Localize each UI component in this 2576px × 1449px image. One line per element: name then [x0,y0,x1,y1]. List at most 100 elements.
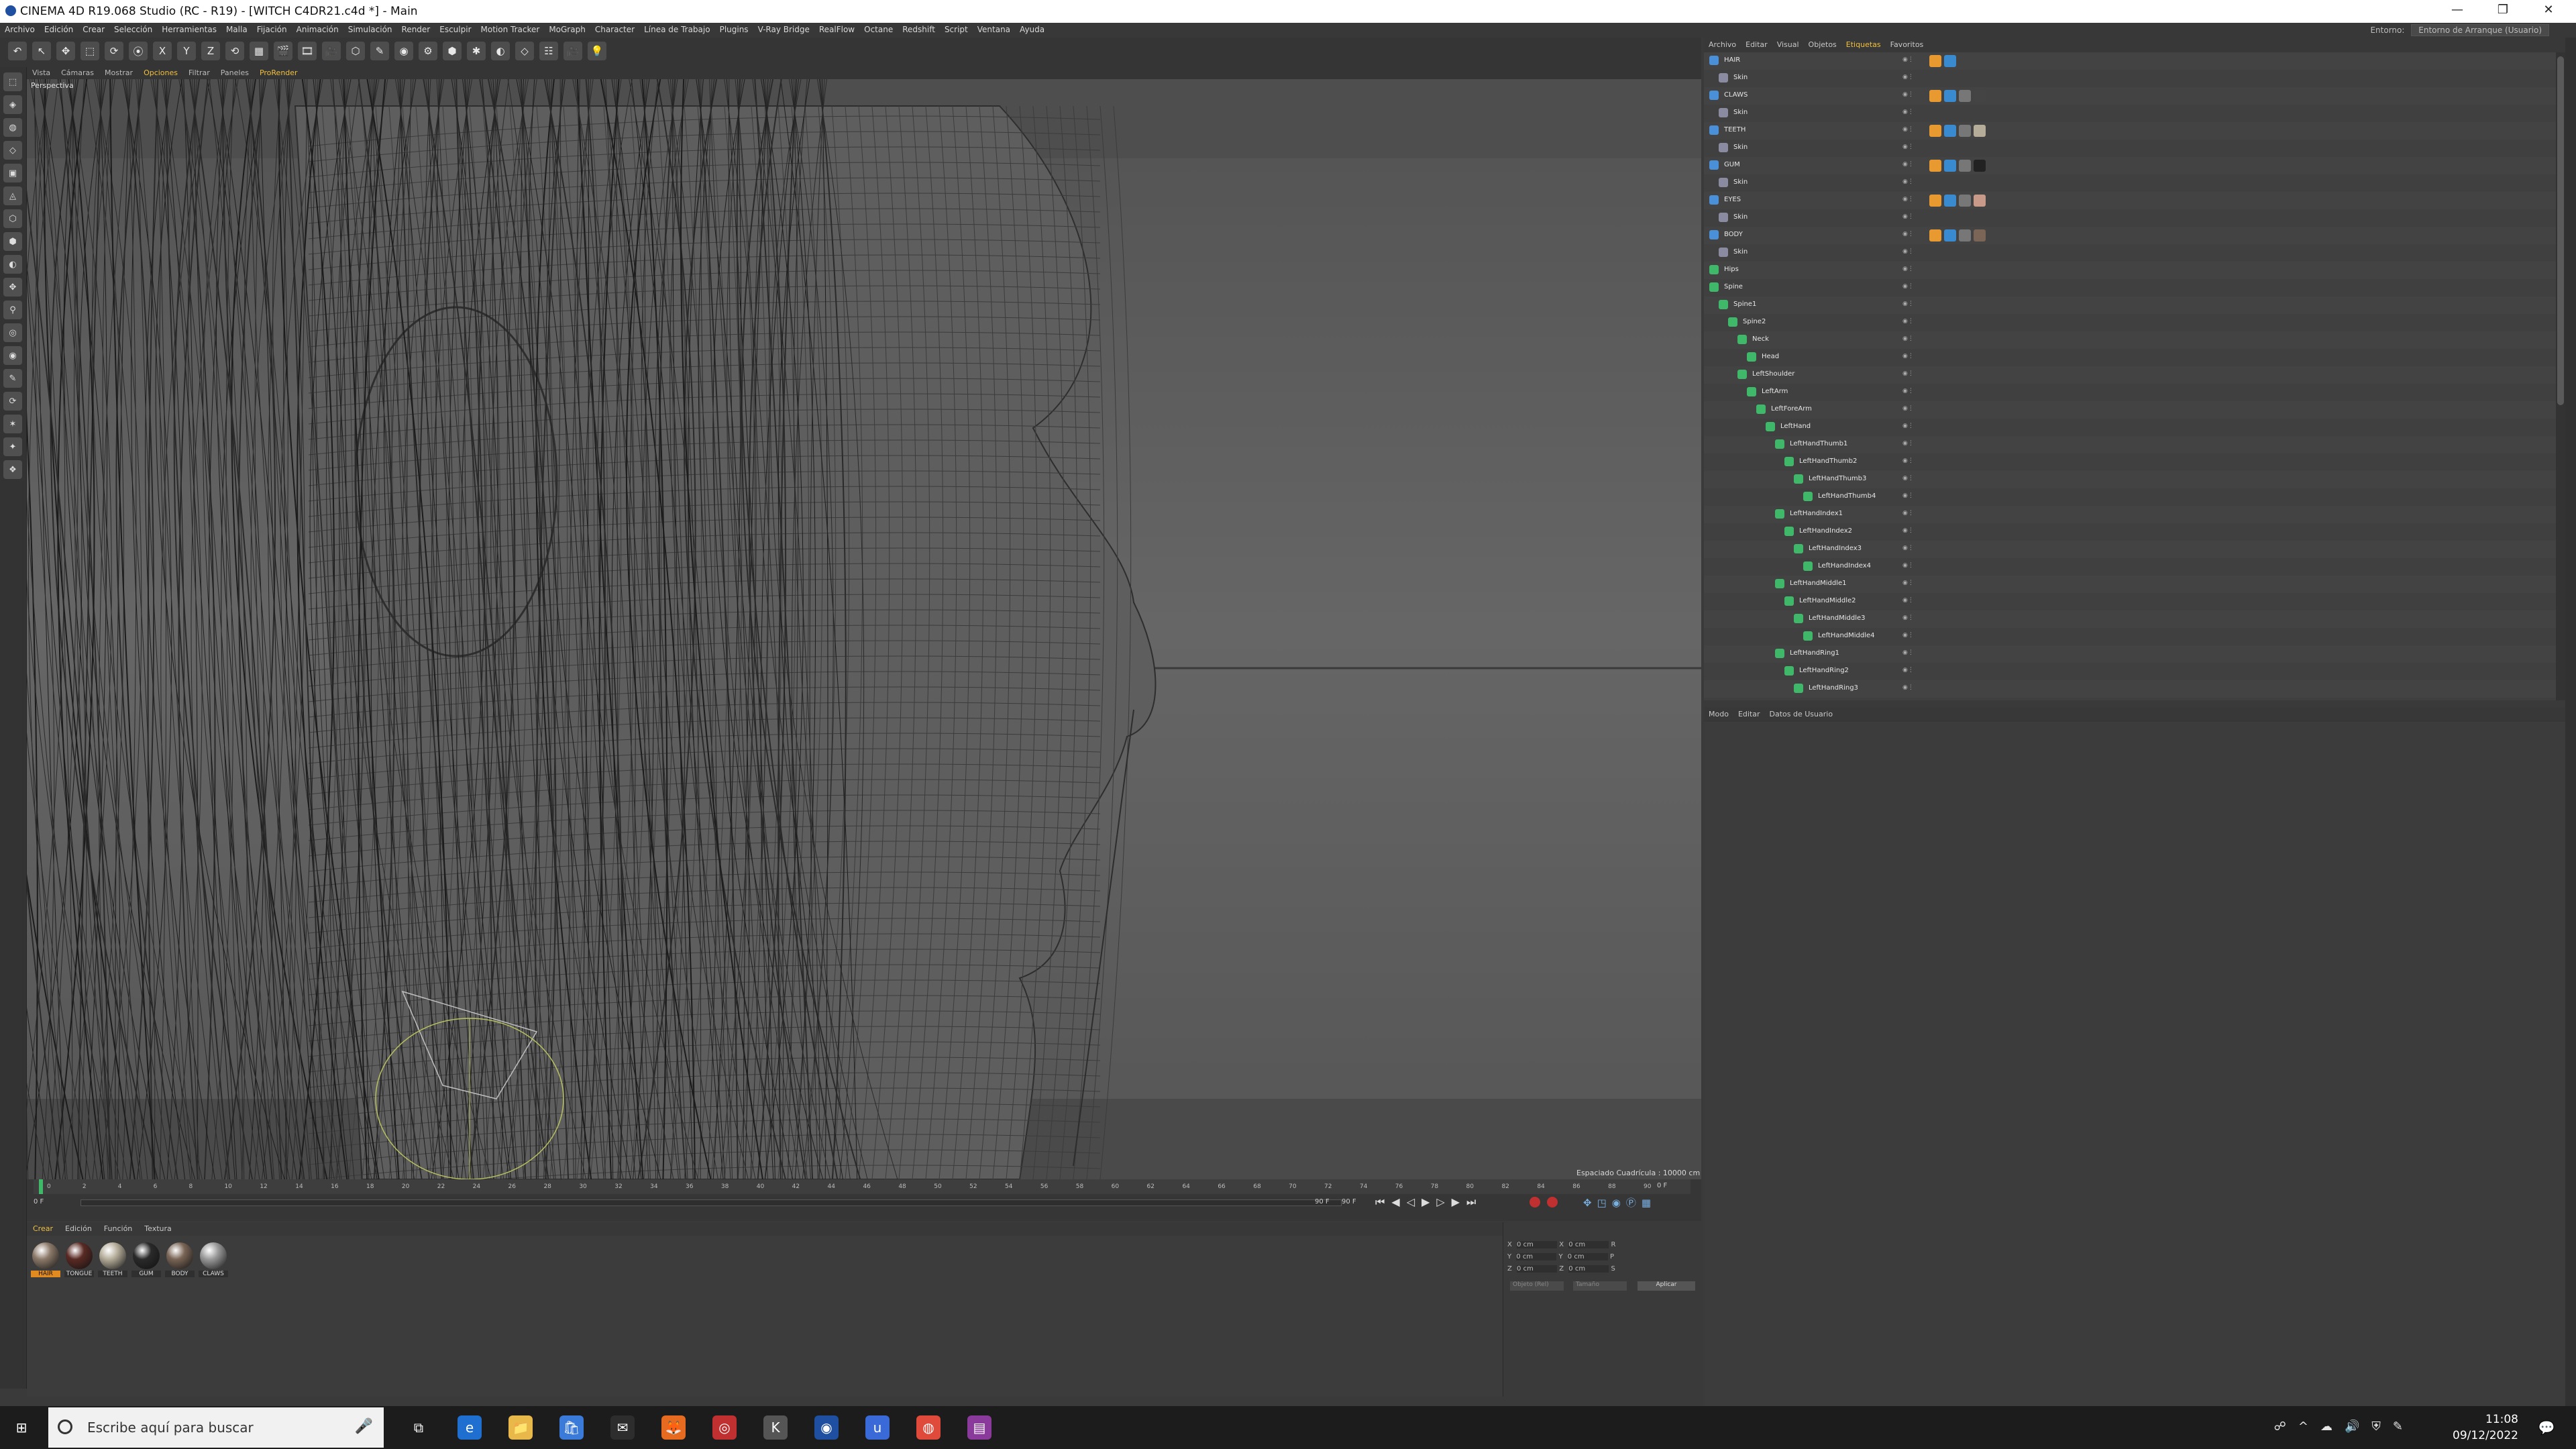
coord-pos-x[interactable]: 0 cm [1517,1241,1558,1248]
tag-icon[interactable] [1944,55,1956,67]
palette-button-13[interactable]: ◉ [3,346,22,365]
palette-button-12[interactable]: ◎ [3,323,22,342]
k-taskbar-icon[interactable]: K [763,1415,788,1440]
menu-crear[interactable]: Crear [78,23,109,36]
visibility-flags[interactable]: ◉⋮ [1902,370,1916,378]
viewport-menu-opciones[interactable]: Opciones [138,67,183,78]
toolbar-button-25[interactable]: 💡 [588,42,606,60]
pen-icon[interactable]: ✎ [2393,1419,2415,1434]
material-menu-textura[interactable]: Textura [138,1222,177,1235]
tag-icon[interactable] [1974,90,1986,102]
object-row-skin[interactable]: Skin ◉⋮ [1704,70,2556,87]
apply-button[interactable]: Aplicar [1638,1281,1695,1291]
object-row-claws[interactable]: CLAWS ◉⋮ [1704,87,2556,105]
object-row-spine[interactable]: Spine ◉⋮ [1704,279,2556,297]
store-taskbar-icon[interactable]: 🛍 [559,1415,584,1440]
palette-button-3[interactable]: ◍ [3,118,22,137]
tag-icon[interactable] [1959,229,1971,241]
menu-simulacion[interactable]: Simulación [343,23,397,36]
visibility-flags[interactable]: ◉⋮ [1902,248,1916,256]
object-row-head[interactable]: Head ◉⋮ [1704,349,2556,366]
mail-taskbar-icon[interactable]: ✉ [610,1415,635,1440]
obj-menu-editar[interactable]: Editar [1741,38,1772,52]
visibility-flags[interactable]: ◉⋮ [1902,161,1916,169]
restore-button[interactable]: ❐ [2494,3,2512,19]
tag-icon[interactable] [1944,229,1956,241]
object-row-skin[interactable]: Skin ◉⋮ [1704,244,2556,262]
menu-vray-bridge[interactable]: V-Ray Bridge [753,23,814,36]
visibility-flags[interactable]: ◉⋮ [1902,527,1916,535]
toolbar-button-14[interactable]: 🎥 [322,42,341,60]
material-menu-crear[interactable]: Crear [27,1222,59,1235]
palette-button-9[interactable]: ◐ [3,255,22,274]
visibility-flags[interactable]: ◉⋮ [1902,301,1916,309]
clock[interactable]: 11:08 09/12/2022 [2453,1411,2518,1444]
toolbar-button-2[interactable]: ↖ [32,42,51,60]
close-button[interactable]: ✕ [2540,3,2557,19]
viewport-menu-vista[interactable]: Vista [27,67,56,78]
object-row-body[interactable]: BODY ◉⋮ [1704,227,2556,244]
action-center-icon[interactable]: 💬 [2534,1415,2559,1440]
menu-archivo[interactable]: Archivo [0,23,40,36]
material-gum[interactable]: GUM [131,1241,161,1283]
obj-menu-objetos[interactable]: Objetos [1804,38,1841,52]
tag-icon[interactable] [1974,160,1986,172]
material-body[interactable]: BODY [165,1241,195,1283]
viewport-menu-mostrar[interactable]: Mostrar [99,67,138,78]
palette-button-4[interactable]: ◇ [3,141,22,160]
coord-mode-dropdown[interactable]: Objeto (Rel) [1510,1281,1564,1291]
obj-menu-etiquetas[interactable]: Etiquetas [1841,38,1886,52]
object-row-hips[interactable]: Hips ◉⋮ [1704,262,2556,279]
object-row-lefthandindex4[interactable]: LeftHandIndex4 ◉⋮ [1704,558,2556,576]
visibility-flags[interactable]: ◉⋮ [1902,492,1916,500]
3d-viewport[interactable] [27,79,1701,1179]
object-row-leftarm[interactable]: LeftArm ◉⋮ [1704,384,2556,401]
explorer-taskbar-icon[interactable]: 📁 [508,1415,533,1440]
object-row-lefthandindex1[interactable]: LeftHandIndex1 ◉⋮ [1704,506,2556,523]
visibility-flags[interactable]: ◉⋮ [1902,318,1916,326]
visibility-flags[interactable]: ◉⋮ [1902,178,1916,186]
chrome-taskbar-icon[interactable]: ◍ [916,1415,941,1440]
timeline[interactable]: 0 2 4 6 8 10 12 14 16 18 20 22 24 26 28 30 32 34 36 38 40 42 4… [27,1179,1701,1221]
obj-menu-archivo[interactable]: Archivo [1704,38,1741,52]
material-claws[interactable]: CLAWS [199,1241,228,1283]
material-hair[interactable]: HAIR [31,1241,60,1283]
menu-esculpir[interactable]: Esculpir [435,23,476,36]
object-row-lefthandmiddle3[interactable]: LeftHandMiddle3 ◉⋮ [1704,610,2556,628]
menu-edicion[interactable]: Edición [40,23,78,36]
volume-icon[interactable]: 🔊 [2345,1419,2371,1434]
visibility-flags[interactable]: ◉⋮ [1902,109,1916,117]
tag-icon[interactable] [1944,125,1956,137]
tag-icon[interactable] [1959,195,1971,207]
scrollbar-thumb[interactable] [2557,56,2564,405]
tag-icon[interactable] [1929,160,1941,172]
palette-button-6[interactable]: ◬ [3,186,22,205]
attr-menu-datos-usuario[interactable]: Datos de Usuario [1765,707,1838,721]
palette-button-10[interactable]: ✥ [3,278,22,297]
object-row-teeth[interactable]: TEETH ◉⋮ [1704,122,2556,140]
tag-icon[interactable] [1944,90,1956,102]
toolbar-button-3[interactable]: ✥ [56,42,75,60]
object-row-lefthandthumb3[interactable]: LeftHandThumb3 ◉⋮ [1704,471,2556,488]
end-frame-2[interactable]: 90 F [1342,1198,1356,1205]
toolbar-button-10[interactable]: ⟲ [225,42,244,60]
menu-character[interactable]: Character [590,23,639,36]
time-range-slider[interactable] [80,1199,1342,1206]
visibility-flags[interactable]: ◉⋮ [1902,91,1916,99]
autokey-button[interactable] [1547,1197,1558,1208]
tag-icon[interactable] [1929,55,1941,67]
start-frame[interactable]: 0 F [34,1198,44,1205]
visibility-flags[interactable]: ◉⋮ [1902,510,1916,518]
menu-motion-tracker[interactable]: Motion Tracker [476,23,545,36]
object-row-spine2[interactable]: Spine2 ◉⋮ [1704,314,2556,331]
toolbar-button-23[interactable]: ☷ [539,42,558,60]
object-row-lefthand[interactable]: LeftHand ◉⋮ [1704,419,2556,436]
palette-button-17[interactable]: ✦ [3,437,22,456]
material-menu-funcion[interactable]: Función [98,1222,138,1235]
visibility-flags[interactable]: ◉⋮ [1902,144,1916,152]
coord-pos-y[interactable]: 0 cm [1516,1253,1557,1260]
toolbar-button-17[interactable]: ◉ [394,42,413,60]
tag-icon[interactable] [1929,195,1941,207]
object-row-lefthandmiddle2[interactable]: LeftHandMiddle2 ◉⋮ [1704,593,2556,610]
toolbar-button-12[interactable]: 🎬 [274,42,292,60]
